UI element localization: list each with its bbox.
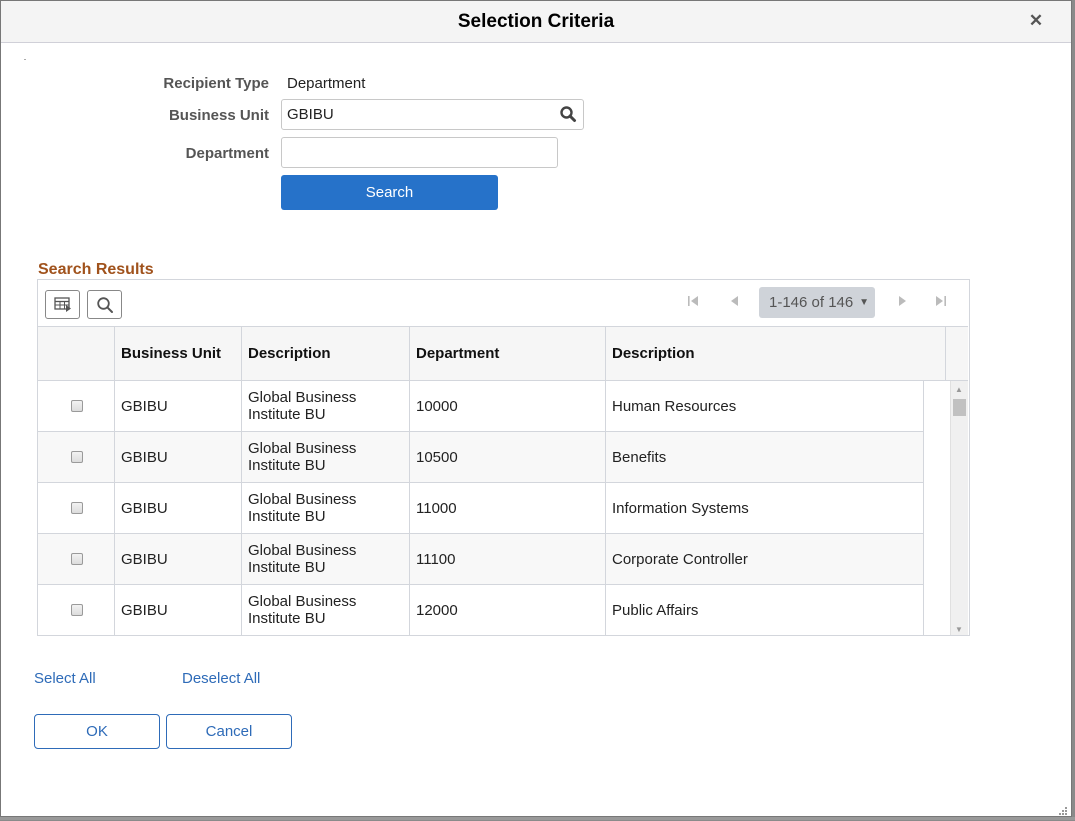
description-cell: Public Affairs: [605, 585, 924, 635]
scroll-down-icon[interactable]: ▼: [955, 625, 963, 634]
selection-criteria-dialog: Selection Criteria ✕ Recipient Type Depa…: [0, 0, 1072, 817]
dialog-title: Selection Criteria: [457, 11, 615, 32]
bu-description-cell: Global Business Institute BU: [241, 483, 409, 533]
column-header-business-unit[interactable]: Business Unit: [114, 327, 242, 380]
previous-page-icon[interactable]: [728, 294, 742, 308]
ok-button[interactable]: OK: [34, 714, 160, 749]
next-page-icon[interactable]: [895, 294, 909, 308]
decorative-dot: [24, 59, 26, 60]
row-select-cell: [38, 483, 115, 533]
business-unit-cell: GBIBU: [114, 585, 242, 635]
grid-body: GBIBU Global Business Institute BU 10000…: [38, 381, 924, 635]
personalize-grid-button[interactable]: [45, 290, 80, 319]
row-checkbox[interactable]: [70, 502, 83, 514]
search-button[interactable]: Search: [281, 175, 498, 210]
page-range-label: 1-146 of 146: [769, 294, 854, 311]
department-input[interactable]: [281, 137, 558, 168]
department-label: Department: [185, 145, 269, 162]
business-unit-cell: GBIBU: [114, 534, 242, 584]
table-row: GBIBU Global Business Institute BU 12000…: [38, 585, 924, 635]
department-cell: 12000: [409, 585, 605, 635]
close-button[interactable]: ✕: [1027, 11, 1045, 31]
description-cell: Human Resources: [605, 381, 924, 431]
row-select-cell: [38, 585, 115, 635]
resize-grip-icon[interactable]: [1058, 803, 1068, 815]
bu-description-cell: Global Business Institute BU: [241, 432, 409, 482]
business-unit-label: Business Unit: [168, 107, 269, 124]
grid-personalize-icon: [53, 296, 71, 312]
grid-header-row: Business Unit Description Department Des…: [38, 326, 968, 381]
table-row: GBIBU Global Business Institute BU 11000…: [38, 483, 924, 534]
scroll-thumb[interactable]: [953, 399, 966, 416]
business-unit-cell: GBIBU: [114, 483, 242, 533]
grid-toolbar: 1-146 of 146 ▼: [38, 280, 969, 326]
column-header-select: [38, 327, 115, 380]
table-row: GBIBU Global Business Institute BU 10500…: [38, 432, 924, 483]
chevron-down-icon: ▼: [859, 297, 869, 308]
search-results-title: Search Results: [38, 261, 154, 278]
first-page-icon[interactable]: [686, 294, 700, 308]
row-checkbox[interactable]: [70, 604, 83, 616]
grid-vertical-scrollbar[interactable]: ▲ ▼: [950, 381, 968, 635]
row-checkbox[interactable]: [70, 451, 83, 463]
department-cell: 11100: [409, 534, 605, 584]
business-unit-cell: GBIBU: [114, 381, 242, 431]
column-header-department[interactable]: Department: [409, 327, 605, 380]
page-range-select[interactable]: 1-146 of 146 ▼: [759, 287, 875, 318]
row-checkbox[interactable]: [70, 400, 83, 412]
column-header-bu-description[interactable]: Description: [241, 327, 409, 380]
select-all-link[interactable]: Select All: [34, 670, 96, 687]
business-unit-input[interactable]: [281, 99, 584, 130]
find-in-grid-button[interactable]: [87, 290, 122, 319]
row-select-cell: [38, 432, 115, 482]
description-cell: Benefits: [605, 432, 924, 482]
dialog-header: Selection Criteria ✕: [1, 1, 1071, 43]
bu-description-cell: Global Business Institute BU: [241, 381, 409, 431]
column-header-description[interactable]: Description: [605, 327, 946, 380]
bu-description-cell: Global Business Institute BU: [241, 534, 409, 584]
scroll-up-icon[interactable]: ▲: [955, 385, 963, 394]
search-results-grid: 1-146 of 146 ▼ Business Unit Description…: [37, 279, 970, 636]
close-icon: ✕: [1028, 11, 1044, 30]
table-row: GBIBU Global Business Institute BU 11100…: [38, 534, 924, 585]
row-checkbox[interactable]: [70, 553, 83, 565]
description-cell: Information Systems: [605, 483, 924, 533]
bu-description-cell: Global Business Institute BU: [241, 585, 409, 635]
department-cell: 10000: [409, 381, 605, 431]
search-icon: [96, 296, 113, 313]
table-row: GBIBU Global Business Institute BU 10000…: [38, 381, 924, 432]
row-select-cell: [38, 534, 115, 584]
column-header-spacer: [945, 327, 968, 380]
business-unit-lookup-icon[interactable]: [559, 105, 577, 123]
recipient-type-label: Recipient Type: [163, 75, 269, 92]
business-unit-cell: GBIBU: [114, 432, 242, 482]
last-page-icon[interactable]: [934, 294, 948, 308]
description-cell: Corporate Controller: [605, 534, 924, 584]
deselect-all-link[interactable]: Deselect All: [182, 670, 260, 687]
row-select-cell: [38, 381, 115, 431]
department-cell: 11000: [409, 483, 605, 533]
recipient-type-value: Department: [287, 75, 366, 92]
department-cell: 10500: [409, 432, 605, 482]
cancel-button[interactable]: Cancel: [166, 714, 292, 749]
